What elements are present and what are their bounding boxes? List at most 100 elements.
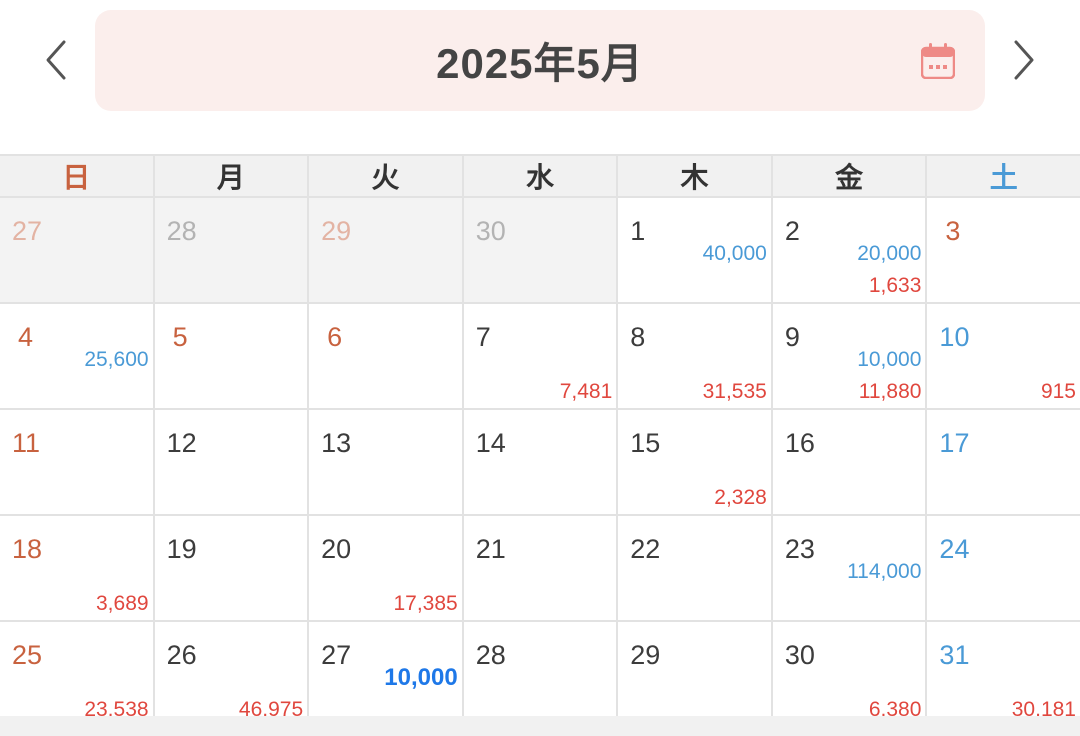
expense-amount: 31,535 bbox=[702, 380, 767, 403]
weekday-fri: 金 bbox=[772, 156, 926, 196]
day-cell[interactable]: 22 bbox=[618, 516, 771, 620]
day-number: 19 bbox=[166, 534, 197, 564]
chevron-right-icon bbox=[1014, 40, 1034, 80]
weekday-sat: 土 bbox=[927, 156, 1080, 196]
day-cell[interactable]: 3 bbox=[927, 198, 1080, 302]
day-number: 28 bbox=[475, 640, 506, 670]
day-cell[interactable]: 23 114,000 bbox=[772, 516, 926, 620]
day-number: 5 bbox=[172, 322, 188, 352]
day-number: 30 bbox=[475, 216, 506, 246]
day-cell[interactable]: 29 bbox=[309, 198, 462, 302]
weekday-wed: 水 bbox=[463, 156, 617, 196]
expense-amount: 1,633 bbox=[868, 274, 922, 297]
income-amount: 10,000 bbox=[384, 664, 458, 691]
day-number: 6 bbox=[327, 322, 343, 352]
day-cell[interactable]: 8 31,535 bbox=[618, 304, 771, 408]
calendar-grid: 日 月 火 水 木 金 土 27 28 29 30 1 40,000 2 20,000 1,63… bbox=[0, 154, 1080, 726]
day-number: 8 bbox=[630, 322, 646, 352]
day-number: 20 bbox=[321, 534, 352, 564]
day-cell[interactable]: 9 10,000 11,880 bbox=[772, 304, 926, 408]
day-number: 15 bbox=[630, 428, 661, 458]
day-number: 23 bbox=[784, 534, 815, 564]
day-cell[interactable]: 28 bbox=[463, 622, 617, 726]
next-month-button[interactable] bbox=[994, 28, 1054, 92]
expense-amount: 3,689 bbox=[96, 592, 149, 615]
day-cell[interactable]: 18 3,689 bbox=[0, 516, 153, 620]
day-cell[interactable]: 25 23,538 bbox=[0, 622, 153, 726]
day-number: 24 bbox=[939, 534, 970, 564]
expense-amount: 915 bbox=[1040, 380, 1076, 403]
day-cell[interactable]: 27 10,000 bbox=[309, 622, 462, 726]
day-number: 31 bbox=[939, 640, 970, 670]
day-cell[interactable]: 6 bbox=[309, 304, 462, 408]
day-cell[interactable]: 30 6,380 bbox=[772, 622, 926, 726]
day-cell[interactable]: 26 46,975 bbox=[154, 622, 308, 726]
day-cell[interactable]: 28 bbox=[154, 198, 308, 302]
chevron-left-icon bbox=[46, 40, 66, 80]
day-cell[interactable]: 7 7,481 bbox=[463, 304, 617, 408]
income-amount: 114,000 bbox=[847, 560, 922, 583]
day-cell[interactable]: 27 bbox=[0, 198, 153, 302]
day-number: 28 bbox=[166, 216, 197, 246]
income-amount: 40,000 bbox=[702, 242, 767, 265]
day-number: 26 bbox=[166, 640, 197, 670]
day-number: 7 bbox=[475, 322, 491, 352]
day-cell[interactable]: 29 bbox=[618, 622, 771, 726]
prev-month-button[interactable] bbox=[26, 28, 86, 92]
day-cell[interactable]: 19 bbox=[154, 516, 308, 620]
weekday-thu: 木 bbox=[618, 156, 771, 196]
day-number: 27 bbox=[321, 640, 352, 670]
day-number: 21 bbox=[475, 534, 506, 564]
day-cell[interactable]: 11 bbox=[0, 410, 153, 514]
day-number: 17 bbox=[939, 428, 970, 458]
day-cell[interactable]: 20 17,385 bbox=[309, 516, 462, 620]
day-cell[interactable]: 24 bbox=[927, 516, 1080, 620]
day-number: 1 bbox=[630, 216, 646, 246]
weekday-sun: 日 bbox=[0, 156, 153, 196]
day-cell[interactable]: 2 20,000 1,633 bbox=[772, 198, 926, 302]
day-number: 16 bbox=[784, 428, 815, 458]
day-number: 10 bbox=[939, 322, 970, 352]
footer-strip bbox=[0, 716, 1080, 736]
day-cell[interactable]: 15 2,328 bbox=[618, 410, 771, 514]
expense-amount: 7,481 bbox=[559, 380, 613, 403]
expense-amount: 17,385 bbox=[393, 592, 458, 615]
income-amount: 25,600 bbox=[84, 348, 149, 371]
day-number: 29 bbox=[630, 640, 661, 670]
day-number: 9 bbox=[784, 322, 800, 352]
day-number: 29 bbox=[321, 216, 352, 246]
day-number: 4 bbox=[18, 322, 34, 352]
day-cell[interactable]: 10 915 bbox=[927, 304, 1080, 408]
month-title-box[interactable]: 2025年5月 bbox=[95, 10, 985, 111]
day-cell[interactable]: 30 bbox=[463, 198, 617, 302]
expense-amount: 2,328 bbox=[714, 486, 767, 509]
weekday-mon: 月 bbox=[154, 156, 308, 196]
calendar-header: 2025年5月 bbox=[0, 0, 1080, 130]
day-cell[interactable]: 13 bbox=[309, 410, 462, 514]
day-number: 12 bbox=[166, 428, 197, 458]
month-title: 2025年5月 bbox=[436, 40, 644, 87]
day-cell[interactable]: 4 25,600 bbox=[0, 304, 153, 408]
day-cell[interactable]: 16 bbox=[772, 410, 926, 514]
expense-amount: 11,880 bbox=[858, 380, 922, 403]
day-cell[interactable]: 21 bbox=[463, 516, 617, 620]
income-amount: 20,000 bbox=[857, 242, 922, 265]
day-number: 25 bbox=[12, 640, 43, 670]
day-cell[interactable]: 17 bbox=[927, 410, 1080, 514]
income-amount: 10,000 bbox=[857, 348, 922, 371]
day-number: 22 bbox=[630, 534, 661, 564]
day-cell[interactable]: 12 bbox=[154, 410, 308, 514]
calendar-icon[interactable] bbox=[921, 43, 955, 79]
day-cell[interactable]: 1 40,000 bbox=[618, 198, 771, 302]
day-cell[interactable]: 14 bbox=[463, 410, 617, 514]
day-cell[interactable]: 31 30,181 bbox=[927, 622, 1080, 726]
day-number: 3 bbox=[945, 216, 961, 246]
day-number: 18 bbox=[12, 534, 43, 564]
day-number: 30 bbox=[784, 640, 815, 670]
day-cell[interactable]: 5 bbox=[154, 304, 308, 408]
day-number: 14 bbox=[475, 428, 506, 458]
day-number: 27 bbox=[12, 216, 43, 246]
day-number: 2 bbox=[784, 216, 800, 246]
day-number: 11 bbox=[12, 428, 41, 458]
day-number: 13 bbox=[321, 428, 352, 458]
